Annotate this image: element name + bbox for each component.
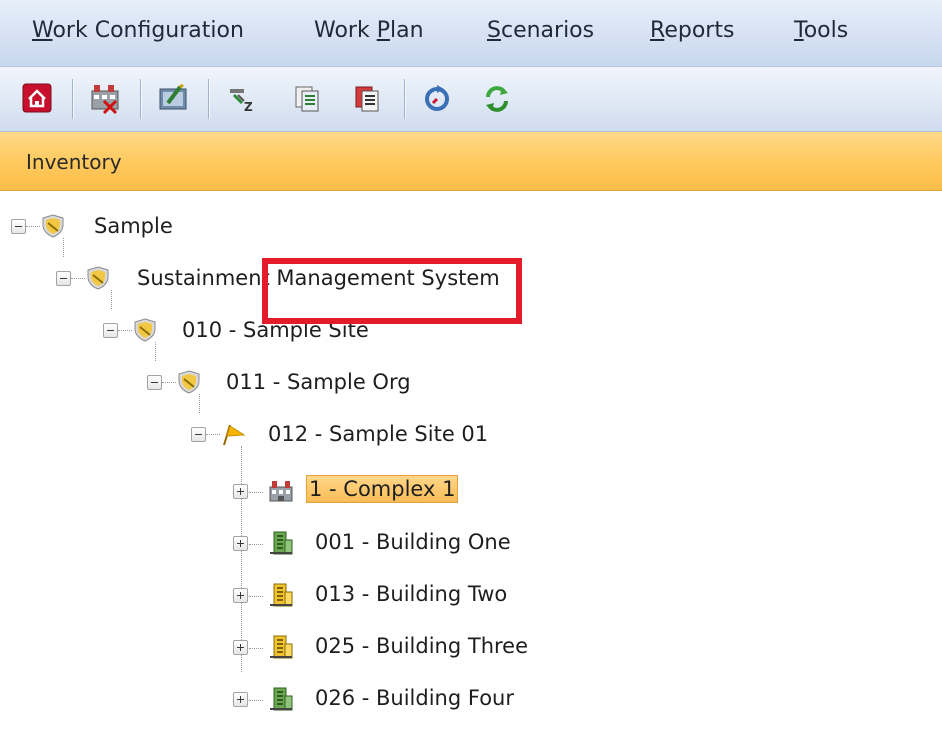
building-green-icon — [268, 530, 294, 556]
svg-text:Z: Z — [244, 100, 253, 114]
toolbar-separator — [404, 79, 405, 119]
tree-node-label: 012 - Sample Site 01 — [268, 422, 489, 446]
flag-icon — [220, 421, 246, 447]
toolbar-separator — [208, 79, 209, 119]
tree-node-label: 025 - Building Three — [315, 634, 529, 658]
shield-icon — [40, 213, 66, 239]
menu-work-configuration[interactable]: Work Configuration — [32, 18, 244, 43]
toolbar-separator — [72, 79, 73, 119]
edit-record-icon[interactable] — [156, 81, 190, 115]
tree-connector — [249, 492, 263, 493]
highlight-annotation-box — [262, 258, 522, 324]
tree-connector — [249, 648, 263, 649]
collapse-toggle[interactable] — [103, 323, 118, 338]
collapse-toggle[interactable] — [191, 427, 206, 442]
toolbar-separator — [140, 79, 141, 119]
collapse-toggle[interactable] — [56, 271, 71, 286]
tree-connector — [63, 238, 64, 257]
shield-icon — [132, 317, 158, 343]
home-icon[interactable] — [20, 81, 54, 115]
tree-connector — [118, 330, 132, 331]
tree-connector — [71, 278, 85, 279]
tree-connector — [249, 544, 263, 545]
panel-title: Inventory — [26, 150, 122, 174]
menu-reports[interactable]: Reports — [650, 18, 734, 43]
building-yellow-icon — [268, 582, 294, 608]
tree-connector — [249, 596, 263, 597]
menu-scenarios[interactable]: Scenarios — [487, 18, 594, 43]
tree-node-label: 011 - Sample Org — [226, 370, 411, 394]
expand-toggle[interactable] — [233, 692, 248, 707]
expand-toggle[interactable] — [233, 536, 248, 551]
shield-icon — [85, 265, 111, 291]
tree-connector — [206, 434, 220, 435]
sort-icon[interactable]: Z — [224, 81, 258, 115]
building-green-icon — [268, 686, 294, 712]
sync-icon[interactable] — [480, 81, 514, 115]
collapse-toggle[interactable] — [147, 375, 162, 390]
tree-connector — [199, 394, 200, 413]
tree-node-label: 026 - Building Four — [315, 686, 514, 710]
tree-node-label: Sample — [94, 214, 173, 238]
inventory-panel-header: Inventory — [0, 132, 942, 191]
paste-red-icon[interactable] — [350, 81, 384, 115]
building-yellow-icon — [268, 634, 294, 660]
tree-connector — [111, 290, 112, 309]
copy-icon[interactable] — [290, 81, 324, 115]
expand-toggle[interactable] — [233, 640, 248, 655]
tree-connector — [249, 700, 263, 701]
toolbar: Z — [0, 67, 942, 132]
menu-bar: Work Configuration Work Plan Scenarios R… — [0, 0, 942, 67]
tree-connector — [241, 446, 242, 672]
tree-node-label-selected: 1 - Complex 1 — [306, 475, 459, 503]
expand-toggle[interactable] — [233, 484, 248, 499]
collapse-toggle[interactable] — [11, 219, 26, 234]
tree-connector — [26, 226, 40, 227]
menu-work-plan[interactable]: Work Plan — [314, 18, 424, 43]
tree-connector — [162, 382, 176, 383]
menu-tools[interactable]: Tools — [794, 18, 848, 43]
refresh-icon[interactable] — [420, 81, 454, 115]
tree-node-label: 001 - Building One — [315, 530, 511, 554]
delete-complex-icon[interactable] — [88, 81, 122, 115]
tree-node-label: 013 - Building Two — [315, 582, 508, 606]
expand-toggle[interactable] — [233, 588, 248, 603]
complex-icon — [268, 478, 294, 504]
tree-connector — [155, 342, 156, 361]
shield-icon — [176, 369, 202, 395]
